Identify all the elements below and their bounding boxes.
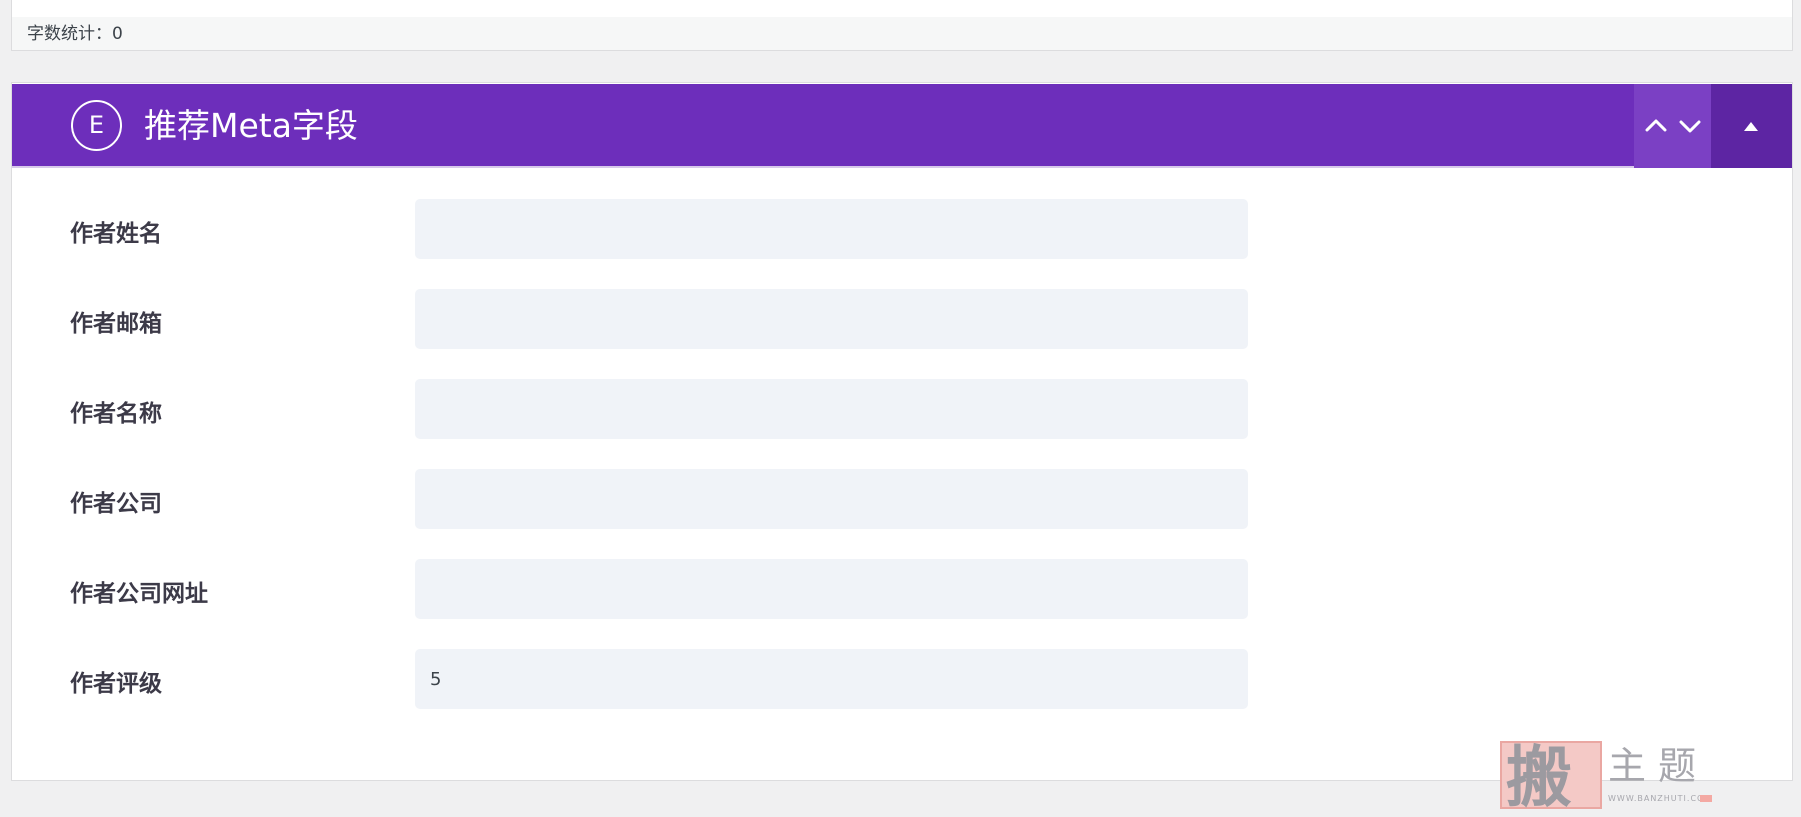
triangle-up-icon — [1744, 122, 1758, 131]
author-company-input[interactable] — [415, 469, 1248, 529]
author-email-input[interactable] — [415, 289, 1248, 349]
field-row-author-title: 作者名称 — [12, 379, 1792, 439]
field-label: 作者评级 — [70, 671, 162, 697]
field-row-author-company-url: 作者公司网址 — [12, 559, 1792, 619]
meta-box-order-controls — [1634, 84, 1711, 168]
editor-content-area — [11, 0, 1793, 18]
field-row-author-rating: 作者评级 — [12, 649, 1792, 709]
word-count-text: 字数统计：0 — [27, 24, 123, 44]
field-label: 作者公司 — [70, 491, 162, 517]
author-company-url-input[interactable] — [415, 559, 1248, 619]
meta-box-recommended-fields: E 推荐Meta字段 作者姓名 作者邮箱 作者名称 作者公司 作者公司网址 作者… — [11, 82, 1793, 816]
author-title-input[interactable] — [415, 379, 1248, 439]
author-name-input[interactable] — [415, 199, 1248, 259]
field-row-author-email: 作者邮箱 — [12, 289, 1792, 349]
elementor-logo-icon: E — [71, 100, 122, 151]
meta-box-title: 推荐Meta字段 — [144, 106, 358, 145]
meta-box-header: E 推荐Meta字段 — [12, 84, 1792, 168]
field-label: 作者姓名 — [70, 221, 162, 247]
watermark-logo: 搬 主题 WWW.BANZHUTI.COM — [1500, 738, 1730, 816]
move-down-button[interactable] — [1676, 112, 1704, 140]
move-up-button[interactable] — [1642, 112, 1670, 140]
field-row-author-company: 作者公司 — [12, 469, 1792, 529]
watermark-seal-char: 搬 — [1506, 738, 1572, 816]
author-rating-input[interactable] — [415, 649, 1248, 709]
chevron-down-icon — [1679, 120, 1701, 133]
watermark-text: 主题 — [1608, 744, 1709, 788]
chevron-up-icon — [1645, 119, 1667, 132]
field-label: 作者名称 — [70, 401, 162, 427]
field-row-author-name: 作者姓名 — [12, 199, 1792, 259]
word-count-bar: 字数统计：0 — [11, 17, 1793, 51]
toggle-panel-button[interactable] — [1711, 84, 1792, 168]
field-label: 作者邮箱 — [70, 311, 162, 337]
field-label: 作者公司网址 — [70, 581, 208, 607]
